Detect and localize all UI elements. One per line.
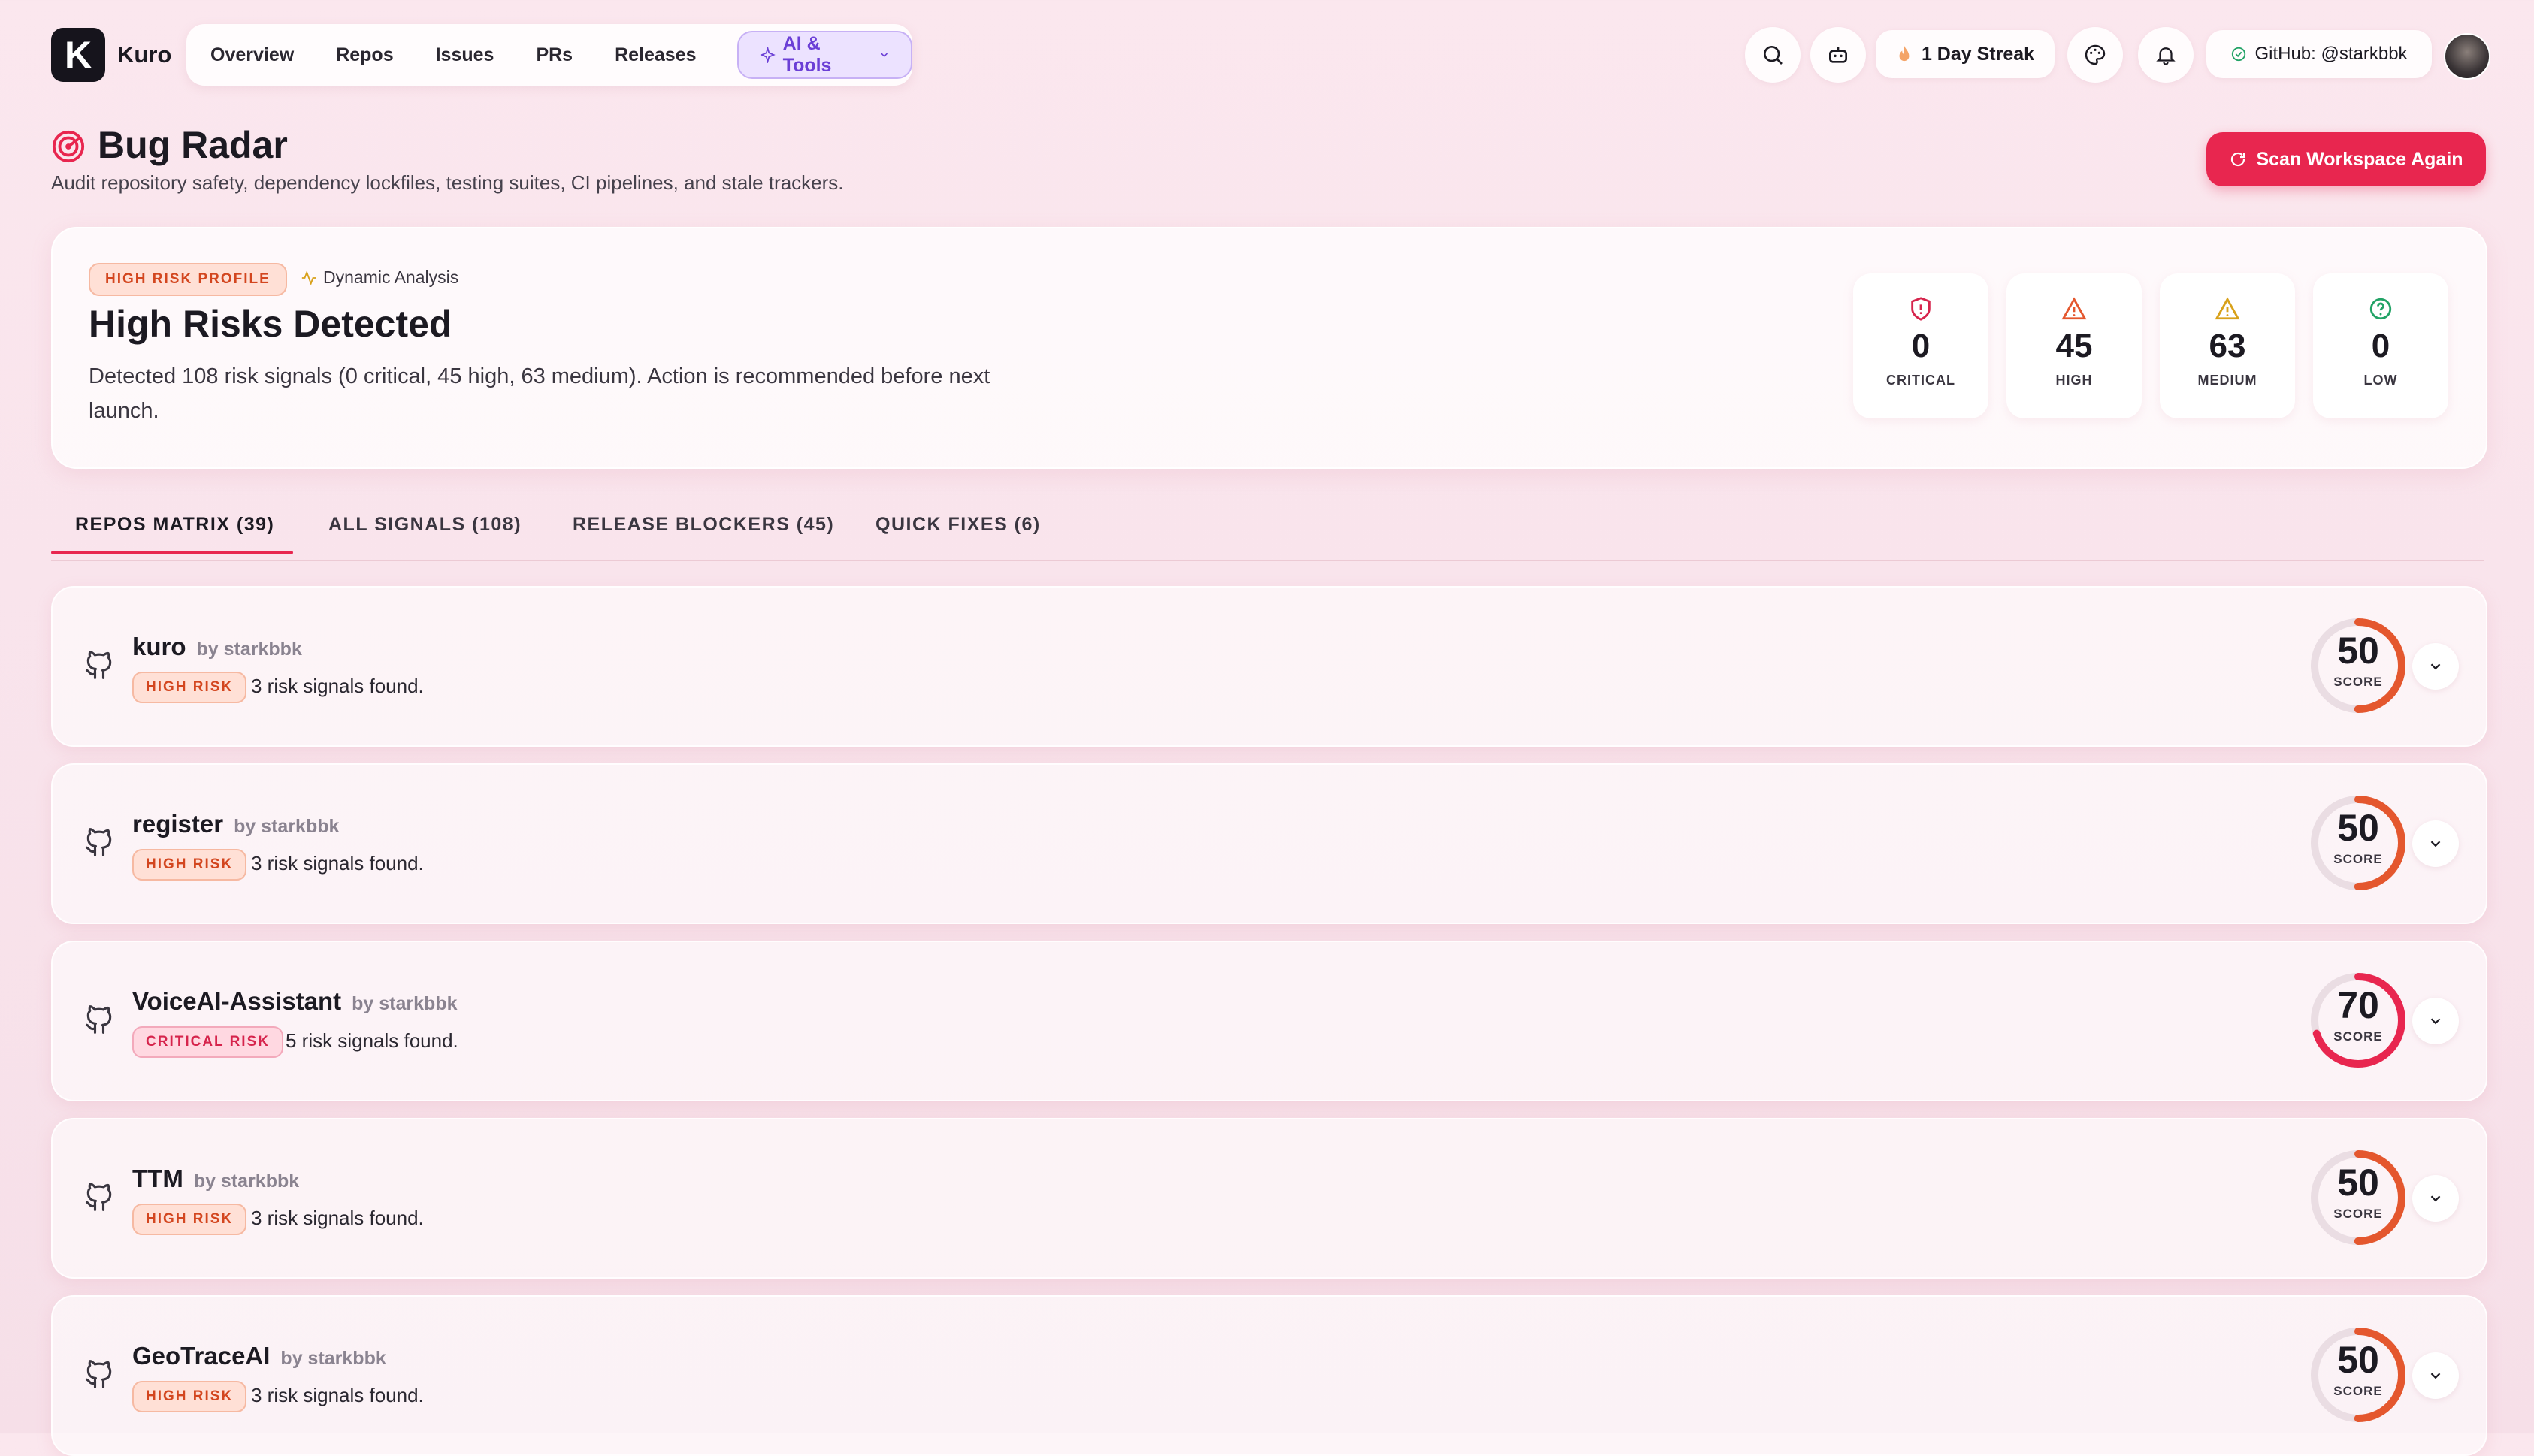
- search-button[interactable]: [1745, 27, 1801, 83]
- warning-triangle-icon: [2215, 297, 2240, 320]
- chevron-down-icon: [2430, 1018, 2441, 1025]
- search-icon: [1764, 46, 1783, 65]
- refresh-icon: [2231, 152, 2245, 167]
- score-value: 50 SCORE: [2333, 630, 2383, 689]
- repo-row[interactable]: VoiceAI-Assistant by starkbbk CRITICAL RI…: [51, 941, 2487, 1101]
- page-title: Bug Radar: [98, 124, 288, 166]
- github-icon: [85, 828, 112, 856]
- expand-button[interactable]: [2412, 1352, 2459, 1399]
- nav-issues[interactable]: Issues: [436, 44, 494, 66]
- streak-pill[interactable]: 1 Day Streak: [1876, 30, 2055, 78]
- risk-badge: HIGH RISK: [132, 1204, 247, 1235]
- avatar[interactable]: [2444, 33, 2490, 80]
- repo-owner: by starkbbk: [280, 1348, 386, 1369]
- score-value: 50 SCORE: [2333, 1339, 2383, 1398]
- activity-icon: [301, 270, 316, 285]
- tabs-divider: [51, 560, 2484, 561]
- nav-overview[interactable]: Overview: [210, 44, 294, 66]
- palette-icon: [2085, 44, 2106, 65]
- chevron-down-icon: [880, 53, 888, 58]
- tab-quick-fixes[interactable]: QUICK FIXES (6): [875, 514, 1041, 536]
- bot-button[interactable]: [1810, 27, 1866, 83]
- github-icon: [85, 651, 112, 679]
- github-icon: [85, 1360, 112, 1388]
- notifications-button[interactable]: [2138, 27, 2194, 83]
- repo-owner: by starkbbk: [193, 1171, 300, 1192]
- chevron-down-icon: [2430, 1195, 2441, 1202]
- expand-button[interactable]: [2412, 998, 2459, 1044]
- github-icon: [85, 1183, 112, 1211]
- nav-repos[interactable]: Repos: [336, 44, 393, 66]
- github-status[interactable]: GitHub: @starkbbk: [2206, 30, 2432, 78]
- shield-alert-icon: [1911, 297, 1931, 321]
- repo-name[interactable]: VoiceAI-Assistant by starkbbk: [132, 987, 457, 1016]
- page-subtitle: Audit repository safety, dependency lock…: [51, 171, 844, 194]
- risk-badge: HIGH RISK: [132, 849, 247, 881]
- repo-name[interactable]: GeoTraceAI by starkbbk: [132, 1342, 386, 1370]
- expand-button[interactable]: [2412, 643, 2459, 690]
- stat-medium: 63 MEDIUM: [2160, 273, 2295, 418]
- risk-signals-text: 3 risk signals found.: [251, 1207, 424, 1229]
- expand-button[interactable]: [2412, 1175, 2459, 1222]
- chevron-down-icon: [2430, 1373, 2441, 1379]
- stat-critical: 0 CRITICAL: [1853, 273, 1988, 418]
- robot-icon: [1829, 47, 1847, 63]
- bell-icon: [2156, 47, 2176, 65]
- sparkle-icon: [759, 47, 776, 63]
- tab-all-signals[interactable]: ALL SIGNALS (108): [328, 514, 522, 536]
- repo-row[interactable]: kuro by starkbbk HIGH RISK 3 risk signals…: [51, 586, 2487, 747]
- repo-owner: by starkbbk: [196, 639, 302, 660]
- help-circle-icon: [2369, 298, 2392, 320]
- warning-triangle-icon: [2061, 297, 2087, 320]
- repo-owner: by starkbbk: [352, 993, 458, 1014]
- tab-repos-matrix[interactable]: REPOS MATRIX (39): [75, 514, 274, 536]
- nav-prs[interactable]: PRs: [536, 44, 573, 66]
- risk-signals-text: 3 risk signals found.: [251, 1384, 424, 1406]
- theme-button[interactable]: [2067, 27, 2123, 83]
- chevron-down-icon: [2430, 841, 2441, 847]
- risk-badge: HIGH RISK: [132, 1381, 247, 1412]
- risk-signals-text: 5 risk signals found.: [286, 1029, 458, 1052]
- app-name: Kuro: [117, 41, 172, 68]
- score-value: 50 SCORE: [2333, 807, 2383, 866]
- risk-signals-text: 3 risk signals found.: [251, 852, 424, 875]
- active-tab-indicator: [51, 551, 293, 554]
- tab-release-blockers[interactable]: RELEASE BLOCKERS (45): [573, 514, 834, 536]
- risk-profile-badge: HIGH RISK PROFILE: [89, 263, 287, 296]
- risk-signals-text: 3 risk signals found.: [251, 675, 424, 697]
- check-circle-icon: [2232, 47, 2246, 62]
- repo-row[interactable]: register by starkbbk HIGH RISK 3 risk sig…: [51, 763, 2487, 924]
- nav-ai-tools[interactable]: AI & Tools: [736, 31, 912, 79]
- repo-row[interactable]: TTM by starkbbk HIGH RISK 3 risk signals …: [51, 1118, 2487, 1279]
- nav-releases[interactable]: Releases: [615, 44, 696, 66]
- expand-button[interactable]: [2412, 820, 2459, 867]
- dynamic-analysis-label: Dynamic Analysis: [301, 267, 458, 288]
- summary-description: Detected 108 risk signals (0 critical, 4…: [89, 364, 990, 423]
- repo-row[interactable]: GeoTraceAI by starkbbk HIGH RISK 3 risk s…: [51, 1295, 2487, 1456]
- repo-name[interactable]: kuro by starkbbk: [132, 633, 302, 661]
- score-value: 70 SCORE: [2333, 984, 2383, 1044]
- repo-name[interactable]: TTM by starkbbk: [132, 1164, 299, 1193]
- scan-workspace-button[interactable]: Scan Workspace Again: [2206, 132, 2486, 186]
- stat-high: 45 HIGH: [2006, 273, 2142, 418]
- github-icon: [85, 1005, 112, 1034]
- flame-icon: [1899, 46, 1910, 62]
- risk-badge: HIGH RISK: [132, 672, 247, 703]
- chevron-down-icon: [2430, 663, 2441, 670]
- radar-icon: [52, 130, 85, 163]
- repo-owner: by starkbbk: [234, 816, 340, 837]
- summary-title: High Risks Detected: [89, 303, 452, 345]
- score-value: 50 SCORE: [2333, 1161, 2383, 1221]
- risk-badge: CRITICAL RISK: [132, 1026, 283, 1058]
- app-logo[interactable]: K: [51, 28, 105, 82]
- repo-name[interactable]: register by starkbbk: [132, 810, 339, 838]
- main-nav: Overview Repos Issues PRs Releases AI & …: [186, 24, 912, 86]
- stat-low: 0 LOW: [2313, 273, 2448, 418]
